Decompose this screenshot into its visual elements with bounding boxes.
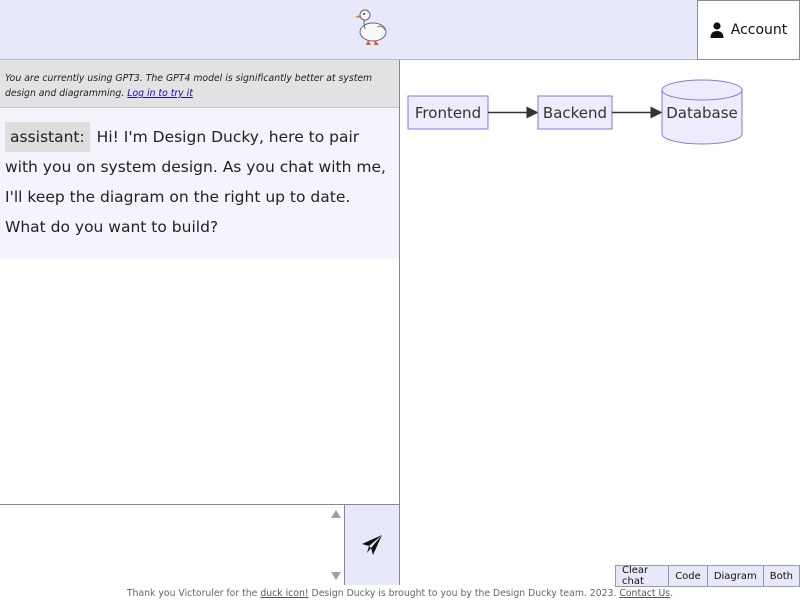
- model-notice: You are currently using GPT3. The GPT4 m…: [0, 60, 399, 108]
- diagram-view-button[interactable]: Diagram: [706, 565, 764, 587]
- footer-text-3: .: [670, 588, 674, 599]
- scroll-up-arrow-icon[interactable]: [331, 510, 341, 518]
- header-bar: Account: [0, 0, 800, 60]
- diagram-node-backend: Backend: [537, 95, 613, 130]
- both-view-button[interactable]: Both: [762, 565, 800, 587]
- code-view-button[interactable]: Code: [668, 565, 708, 587]
- scroll-down-arrow-icon[interactable]: [331, 572, 341, 580]
- diagram-label-backend: Backend: [543, 104, 607, 122]
- footer-text-2: Design Ducky is brought to you by the De…: [308, 588, 620, 599]
- contact-us-link[interactable]: Contact Us: [619, 588, 670, 599]
- diagram-label-database: Database: [666, 104, 738, 122]
- send-icon: [362, 535, 382, 555]
- chat-composer: [0, 504, 400, 585]
- diagram-node-database: Database: [661, 79, 743, 145]
- role-badge: assistant:: [5, 122, 90, 152]
- account-button-label: Account: [730, 22, 788, 38]
- user-icon: [710, 22, 724, 38]
- clear-chat-button[interactable]: Clear chat: [615, 565, 670, 587]
- account-button[interactable]: Account: [697, 0, 800, 60]
- login-link[interactable]: Log in to try it: [127, 88, 193, 99]
- send-button[interactable]: [345, 505, 399, 585]
- footer: Thank you Victoruler for the duck icon! …: [0, 587, 800, 600]
- chat-input[interactable]: [0, 505, 345, 585]
- diagram-node-frontend: Frontend: [407, 95, 489, 130]
- footer-text-1: Thank you Victoruler for the: [126, 588, 261, 599]
- view-toolbar: Clear chat Code Diagram Both: [615, 565, 800, 587]
- duck-icon: [355, 9, 387, 45]
- assistant-message: assistant: Hi! I'm Design Ducky, here to…: [0, 108, 399, 259]
- diagram-label-frontend: Frontend: [415, 104, 481, 122]
- duck-icon-link[interactable]: duck icon!: [260, 588, 308, 599]
- diagram-panel: Frontend Backend Database: [400, 60, 800, 585]
- system-diagram: Frontend Backend Database: [407, 79, 743, 145]
